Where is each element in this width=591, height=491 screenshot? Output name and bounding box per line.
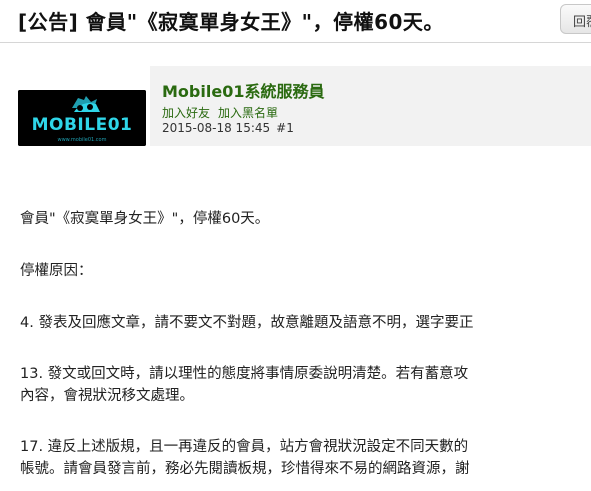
content-rule-4: 4. 發表及回應文章，請不要文不對題，故意離題及語意不明，選字要正 <box>20 315 474 331</box>
title-bar: [公告] 會員"《寂寞單身女王》"，停權60天。 回覆 <box>0 0 591 42</box>
svg-text:www.mobile01.com: www.mobile01.com <box>58 137 107 143</box>
post-floor-number[interactable]: #1 <box>276 121 294 135</box>
author-links: 加入好友 加入黑名單 <box>162 104 286 121</box>
post-author-row: MOBILE01 www.mobile01.com Mobile01系統服務員 … <box>18 66 591 146</box>
post-timestamp: 2015-08-18 15:45 <box>162 121 271 135</box>
content-rule-13: 13. 發文或回文時，請以理性的態度將事情原委說明清楚。若有蓄意攻 <box>20 366 469 382</box>
author-name[interactable]: Mobile01系統服務員 <box>162 78 324 102</box>
post-meta: 2015-08-18 15:45 #1 <box>162 121 294 135</box>
content-rule-17: 17. 違反上述版規，且一再違反的會員，站方會視狀況設定不同天數的 <box>20 439 469 455</box>
divider <box>0 42 591 43</box>
author-info-box: Mobile01系統服務員 加入好友 加入黑名單 2015-08-18 15:45… <box>150 66 591 146</box>
content-line-announcement: 會員"《寂寞單身女王》"，停權60天。 <box>20 211 270 227</box>
content-line-reason-heading: 停權原因： <box>20 263 93 279</box>
mobile01-logo-icon: MOBILE01 www.mobile01.com <box>18 90 146 146</box>
svg-text:MOBILE01: MOBILE01 <box>32 115 133 135</box>
add-blacklist-link[interactable]: 加入黑名單 <box>218 106 278 120</box>
post-title: [公告] 會員"《寂寞單身女王》"，停權60天。 <box>18 10 444 34</box>
avatar[interactable]: MOBILE01 www.mobile01.com <box>18 90 146 146</box>
add-friend-link[interactable]: 加入好友 <box>162 106 210 120</box>
content-rule-13-cont: 內容，會視狀況移文處理。 <box>20 388 194 404</box>
content-rule-17-cont: 帳號。請會員發言前，務必先閱讀板規，珍惜得來不易的網路資源，謝 <box>20 461 470 477</box>
reply-button[interactable]: 回覆 <box>560 4 591 34</box>
